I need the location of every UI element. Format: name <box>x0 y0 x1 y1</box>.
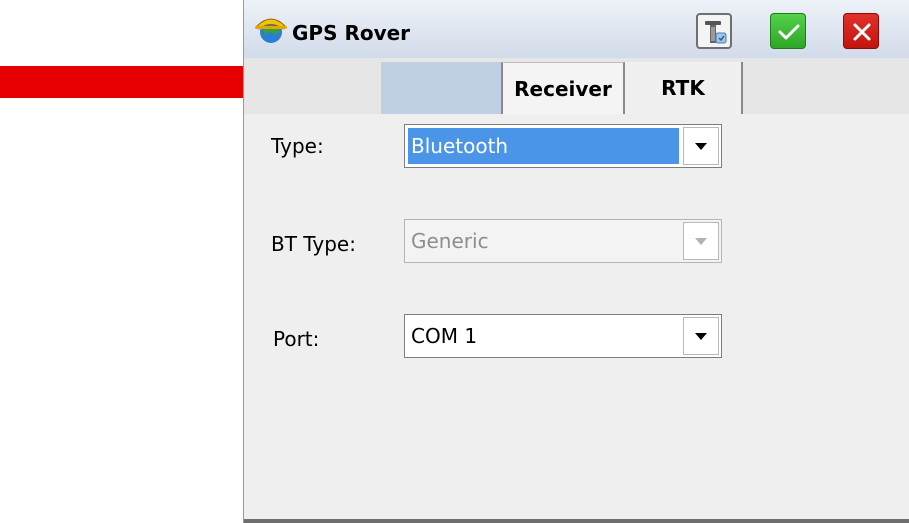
port-label: Port: <box>273 327 320 351</box>
window-title: GPS Rover <box>292 21 411 45</box>
gps-receiver-icon <box>705 21 727 44</box>
window-bottom-border <box>244 519 909 523</box>
bt-type-dropdown-arrow <box>683 222 719 260</box>
type-dropdown-arrow[interactable] <box>683 127 719 165</box>
bt-type-label: BT Type: <box>271 232 356 256</box>
tab-bar: Receiver RTK <box>244 58 909 114</box>
port-dropdown-arrow[interactable] <box>683 317 719 355</box>
port-dropdown[interactable]: COM 1 <box>404 314 722 358</box>
type-label: Type: <box>271 134 324 158</box>
type-value: Bluetooth <box>408 128 679 164</box>
type-dropdown[interactable]: Bluetooth <box>404 124 722 168</box>
chevron-down-icon <box>695 237 707 245</box>
bt-type-dropdown: Generic <box>404 219 722 263</box>
title-bar: GPS Rover <box>244 0 909 58</box>
tab-rtk[interactable]: RTK <box>625 62 743 114</box>
port-value: COM 1 <box>411 324 478 348</box>
ok-button[interactable] <box>770 13 806 49</box>
survey-helmet-globe-icon <box>255 18 287 43</box>
tab-first[interactable] <box>381 62 501 114</box>
chevron-down-icon <box>695 142 707 150</box>
receiver-settings-panel: Type: Bluetooth BT Type: Generic Port: C… <box>244 114 909 521</box>
chevron-down-icon <box>695 332 707 340</box>
close-icon <box>853 23 871 41</box>
gps-rover-dialog: GPS Rover Receiver RTK Type: Bluetooth B… <box>243 0 909 523</box>
bt-type-value: Generic <box>411 229 489 253</box>
instrument-button[interactable] <box>696 13 732 49</box>
cancel-button[interactable] <box>843 13 879 49</box>
checkmark-icon <box>778 24 800 40</box>
tab-receiver[interactable]: Receiver <box>501 62 625 114</box>
